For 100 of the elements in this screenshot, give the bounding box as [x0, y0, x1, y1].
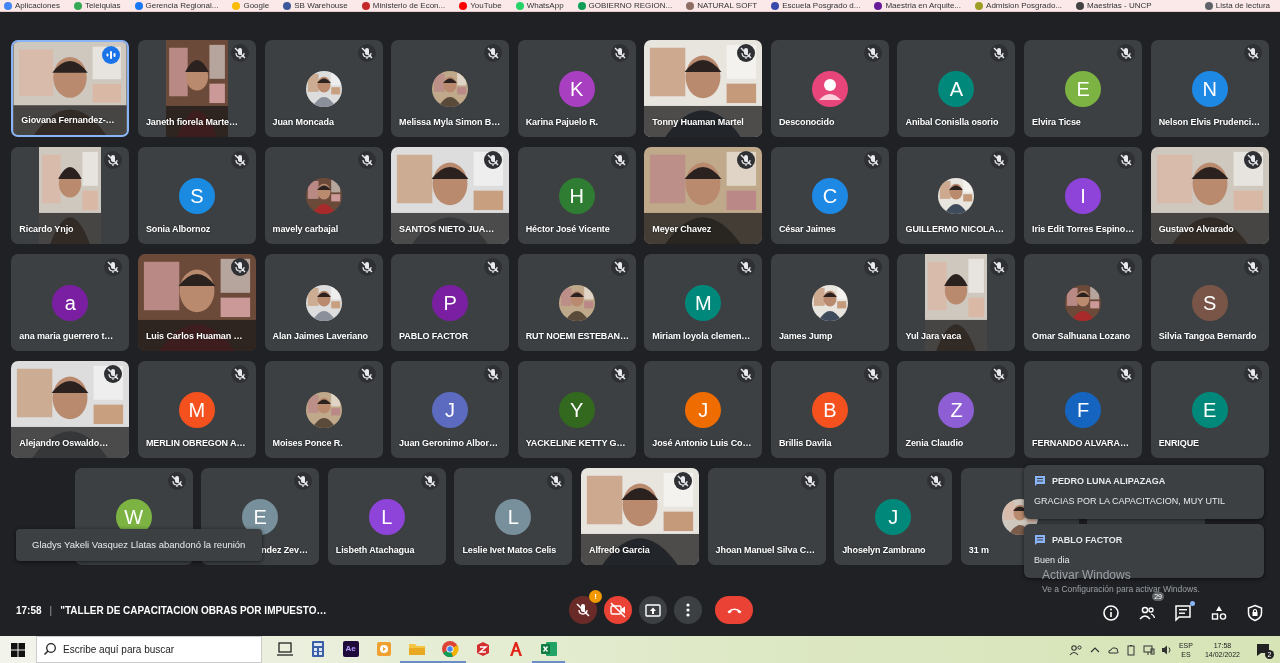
- chat-notification[interactable]: PEDRO LUNA ALIPAZAGA GRACIAS POR LA CAPACITACION, MUY UTIL: [1024, 465, 1264, 519]
- present-screen-icon: [645, 603, 661, 617]
- participant-name: Janeth fiorela Marte…: [145, 117, 238, 127]
- avatar-initial: E: [1191, 392, 1228, 428]
- participant-name: FERNANDO ALVARA…: [1032, 438, 1129, 448]
- avatar-initial: L: [495, 499, 532, 535]
- bookmark-link[interactable]: Google: [243, 1, 270, 10]
- participant-name: Melissa Myla Simon B…: [399, 117, 501, 127]
- bookmark-link[interactable]: Admision Posgrado...: [986, 1, 1063, 10]
- bookmark-link[interactable]: Lista de lectura: [1215, 1, 1270, 10]
- avatar-initial: Z: [938, 392, 975, 428]
- info-button[interactable]: [1100, 602, 1122, 624]
- participant-name: Miriam loyola clemen…: [652, 331, 751, 341]
- microphone-off-button[interactable]: [569, 596, 597, 624]
- participant-name: Luis Carlos Huaman …: [145, 331, 243, 341]
- search-field[interactable]: Escribe aquí para buscar: [36, 636, 262, 663]
- camera-off-button[interactable]: [604, 596, 632, 624]
- chat-button[interactable]: [1172, 602, 1194, 624]
- participant-name: Juan Geronimo Albor…: [399, 438, 498, 448]
- participant-name: Zenia Claudio: [905, 438, 964, 448]
- bookmark-link[interactable]: Gerencia Regional...: [145, 1, 219, 10]
- bookmark-link[interactable]: Aplicaciones: [15, 1, 60, 10]
- avatar-initial: M: [178, 392, 215, 428]
- chat-icon: [1174, 604, 1192, 622]
- sender-name: PABLO FACTOR: [1052, 535, 1123, 545]
- avatar-initial: J: [432, 392, 469, 428]
- chrome-icon: [440, 639, 459, 658]
- windows-logo-icon: [11, 642, 25, 657]
- participant-name: ana maria guerrero t…: [19, 331, 114, 341]
- shapes-icon: [1210, 604, 1228, 622]
- participant-name: Meyer Chavez: [652, 224, 712, 234]
- camera-off-icon: [609, 601, 627, 619]
- avatar-initial: E: [1065, 71, 1102, 107]
- avatar-initial: a: [52, 285, 89, 321]
- search-icon: [43, 642, 57, 656]
- participant-name: Anibal Conislla osorio: [905, 117, 999, 127]
- participant-name: Alfredo Garcia: [589, 545, 650, 555]
- participant-name: PABLO FACTOR: [399, 331, 469, 341]
- participant-name: mavely carbajal: [272, 224, 339, 234]
- chat-icon: [1034, 534, 1046, 546]
- participant-name: Tonny Huaman Martel: [652, 117, 744, 127]
- participant-name: José Antonio Luis Co…: [652, 438, 752, 448]
- after-effects-button[interactable]: Ae: [334, 636, 367, 663]
- activation-text: Ve a Configuración para activar Windows.: [1042, 584, 1200, 594]
- bookmark-link[interactable]: NATURAL SOFT: [697, 1, 758, 10]
- avatar-initial: P: [432, 285, 469, 321]
- participant-name: Gustavo Alvarado: [1158, 224, 1234, 234]
- present-button[interactable]: [639, 596, 667, 624]
- participant-name: Giovana Fernandez-…: [21, 115, 115, 125]
- more-vert-icon: [686, 603, 690, 617]
- bookmark-link[interactable]: WhatsApp: [526, 1, 564, 10]
- participant-name: GUILLERMO NICOLA…: [905, 224, 1004, 234]
- spreadsheet-icon: [539, 639, 558, 658]
- avatar-initial: F: [1065, 392, 1102, 428]
- more-options-button[interactable]: [674, 596, 702, 624]
- participant-name: RUT NOEMI ESTEBAN…: [525, 331, 629, 341]
- people-icon: [1138, 604, 1156, 622]
- participant-name: 31 m: [968, 545, 989, 555]
- bookmark-link[interactable]: Escuela Posgrado d...: [782, 1, 861, 10]
- avatar-initial: Y: [558, 392, 595, 428]
- participant-name: Juan Moncada: [272, 117, 334, 127]
- participant-name: Karina Pajuelo R.: [525, 117, 599, 127]
- speaker-icon: [1160, 643, 1173, 656]
- participant-name: ENRIQUE: [1158, 438, 1199, 448]
- participant-name: Desconocido: [778, 117, 835, 127]
- avatar-initial: A: [938, 71, 975, 107]
- meeting-title: "TALLER DE CAPACITACION OBRAS POR IMPUESTO…: [60, 604, 327, 616]
- hang-up-button[interactable]: [715, 596, 753, 624]
- bookmark-link[interactable]: Maestria en Arquite...: [885, 1, 962, 10]
- participant-name: Jhoan Manuel Silva C…: [715, 545, 816, 555]
- notification-icon: [1256, 642, 1270, 657]
- meeting-time: 17:58: [16, 604, 42, 616]
- sender-name: PEDRO LUNA ALIPAZAGA: [1052, 476, 1166, 486]
- participant-name: YACKELINE KETTY G…: [525, 438, 626, 448]
- participant-name: ndez Zev…: [261, 545, 308, 555]
- speaking-indicator-icon: [102, 46, 121, 64]
- bookmark-link[interactable]: GOBIERNO REGION...: [588, 1, 673, 10]
- participant-name: Leslie Ivet Matos Celis: [462, 545, 557, 555]
- participant-name: Héctor José Vicente: [525, 224, 610, 234]
- separator: |: [49, 604, 53, 616]
- chat-message: GRACIAS POR LA CAPACITACION, MUY UTIL: [1034, 496, 1227, 506]
- participant-name: Sonia Albornoz: [145, 224, 211, 234]
- participant-name: Jhoselyn Zambrano: [842, 545, 926, 555]
- bookmark-link[interactable]: YouTube: [470, 1, 502, 10]
- participant-name: James Jump: [778, 331, 833, 341]
- bookmark-link[interactable]: Ministerio de Econ...: [372, 1, 446, 10]
- avatar-initial: J: [685, 392, 722, 428]
- chat-icon: [1034, 475, 1046, 487]
- alert-badge: !: [589, 590, 602, 603]
- info-icon: [1102, 604, 1120, 622]
- bookmark-link[interactable]: SB Warehouse: [294, 1, 348, 10]
- participant-name: Nelson Elvis Prudenci…: [1158, 117, 1260, 127]
- participant-name: MERLIN OBREGON A…: [145, 438, 246, 448]
- participant-name: Ricardo Ynjo: [19, 224, 74, 234]
- avatar-initial: B: [811, 392, 848, 428]
- avatar-initial: J: [875, 499, 912, 535]
- bookmark-link[interactable]: Maestrias - UNCP: [1087, 1, 1152, 10]
- participant-name: Brillis Davila: [778, 438, 832, 448]
- mic-off-icon: [574, 601, 592, 619]
- bookmark-link[interactable]: Teleiquias: [84, 1, 121, 10]
